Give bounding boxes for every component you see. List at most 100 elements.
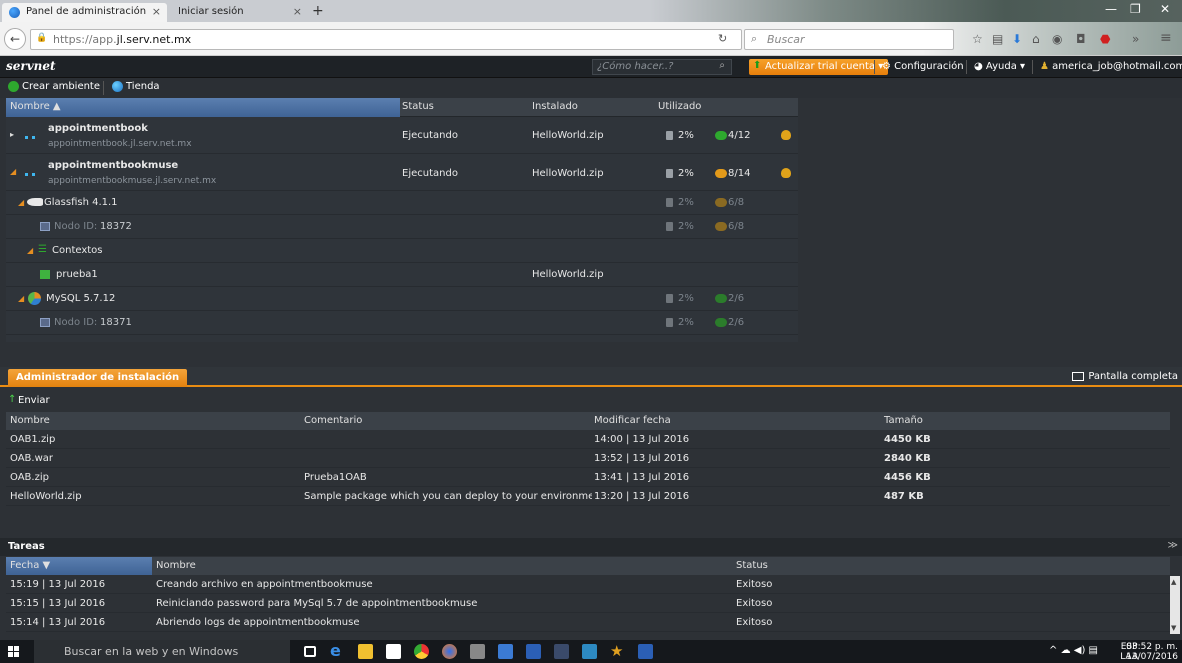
tasks-panel: Tareas ≫ Fecha ▼ Nombre Status 15:19 | 1… [0, 538, 1182, 634]
word-icon[interactable] [638, 644, 653, 659]
tab-admin-panel[interactable]: Panel de administración × [2, 3, 167, 22]
reload-icon[interactable]: ↻ [718, 32, 727, 45]
node-row-18371[interactable]: Nodo ID: 18371 2% 2/6 [6, 312, 798, 335]
context-name[interactable]: prueba1 [56, 269, 98, 280]
adblock-icon[interactable]: ⬣ [1100, 32, 1110, 46]
col-used[interactable]: Utilizado [658, 101, 701, 112]
clock[interactable]: 03:52 p. m. 13/07/2016 [1126, 642, 1178, 662]
tab-close-icon[interactable]: × [152, 5, 161, 18]
table-row[interactable]: OAB1.zip 14:00 | 13 Jul 2016 4450 KB [6, 431, 1170, 449]
collapse-arrow-icon[interactable]: ◢ [10, 167, 16, 176]
howto-search-input[interactable]: ¿Cómo hacer..? ⌕ [592, 59, 732, 75]
table-row[interactable]: OAB.war 13:52 | 13 Jul 2016 2840 KB [6, 450, 1170, 468]
expand-arrow-icon[interactable]: ▸ [10, 130, 14, 139]
contexts-list-icon: ☰ [38, 244, 47, 255]
back-arrow-icon[interactable]: ← [4, 28, 26, 50]
browser-search-input[interactable]: ⌕ Buscar [744, 29, 954, 50]
user-menu[interactable]: ♟ america_job@hotmail.com ▾ [1040, 61, 1182, 72]
col-status[interactable]: Status [402, 101, 434, 112]
contexts-group[interactable]: ◢ ☰ Contextos [6, 240, 798, 263]
col-modified[interactable]: Modificar fecha [594, 415, 671, 426]
billing-bag-icon[interactable] [781, 168, 791, 178]
settings-link[interactable]: ⚙ Configuración [882, 61, 964, 72]
tab-installer-manager[interactable]: Administrador de instalación [8, 369, 188, 387]
minimize-icon[interactable]: — [1105, 2, 1117, 16]
bookmarks-icon[interactable]: ▤ [992, 32, 1003, 46]
chrome-icon[interactable] [414, 644, 429, 659]
collapse-arrow-icon[interactable]: ◢ [18, 198, 24, 207]
node-row-18372[interactable]: Nodo ID: 18372 2% 6/8 [6, 216, 798, 239]
word-icon[interactable] [526, 644, 541, 659]
environment-row-appointmentbook[interactable]: ▸ appointmentbook appointmentbook.jl.ser… [6, 118, 798, 154]
tasks-scrollbar[interactable]: ▲ ▼ [1170, 576, 1180, 634]
store-button[interactable]: Tienda [112, 81, 160, 92]
env-domain[interactable]: appointmentbook.jl.serv.net.mx [48, 139, 192, 149]
url-bar[interactable]: 🔒 https://app.jl.serv.net.mx [30, 29, 742, 50]
star-app-icon[interactable]: ★ [610, 642, 625, 660]
system-tray[interactable]: ^ ☁ ◀) ▤ [1049, 645, 1098, 656]
upgrade-label: Actualizar trial cuenta [765, 61, 876, 72]
app-icon[interactable] [554, 644, 569, 659]
close-window-icon[interactable]: ✕ [1160, 2, 1170, 16]
node-name[interactable]: Glassfish 4.1.1 [44, 197, 118, 208]
context-row-prueba1[interactable]: prueba1 HelloWorld.zip [6, 264, 798, 287]
help-menu[interactable]: ◕ Ayuda ▾ [974, 61, 1025, 72]
env-name[interactable]: appointmentbookmuse [48, 160, 178, 171]
table-row[interactable]: HelloWorld.zip Sample package which you … [6, 488, 1170, 506]
bookmark-star-icon[interactable]: ☆ [972, 32, 983, 46]
firefox-icon[interactable] [442, 644, 457, 659]
app-icon[interactable] [582, 644, 597, 659]
billing-bag-icon[interactable] [781, 130, 791, 140]
col-name[interactable]: Nombre [10, 415, 50, 426]
scroll-up-icon[interactable]: ▲ [1171, 578, 1176, 586]
task-status: Exitoso [736, 598, 773, 609]
col-date[interactable]: Fecha ▼ [10, 560, 50, 571]
tasks-title: Tareas [8, 541, 45, 552]
scroll-down-icon[interactable]: ▼ [1171, 624, 1176, 632]
overflow-icon[interactable]: » [1132, 32, 1139, 46]
store-app-icon[interactable] [386, 644, 401, 659]
windows-start-icon[interactable] [8, 646, 20, 658]
edge-icon[interactable]: e [330, 641, 345, 660]
create-environment-button[interactable]: Crear ambiente [8, 81, 100, 92]
table-row[interactable]: 15:19 | 13 Jul 2016 Creando archivo en a… [6, 576, 1170, 594]
app-icon[interactable] [470, 644, 485, 659]
download-icon[interactable]: ⬇ [1012, 32, 1022, 46]
table-row[interactable]: 15:15 | 13 Jul 2016 Reiniciando password… [6, 595, 1170, 613]
col-size[interactable]: Tamaño [884, 415, 923, 426]
col-task-name[interactable]: Nombre [156, 560, 196, 571]
search-icon: ⌕ [751, 32, 758, 45]
col-comment[interactable]: Comentario [304, 415, 362, 426]
pocket-icon[interactable]: ◘ [1076, 32, 1086, 46]
collapse-arrow-icon[interactable]: ◢ [18, 294, 24, 303]
node-group-glassfish[interactable]: ◢ Glassfish 4.1.1 2% 6/8 [6, 192, 798, 215]
table-row[interactable]: 15:14 | 13 Jul 2016 Abriendo logs de app… [6, 614, 1170, 632]
tab-close-icon[interactable]: × [293, 5, 302, 18]
contexts-label[interactable]: Contextos [52, 245, 103, 256]
col-installed[interactable]: Instalado [532, 101, 578, 112]
reader-icon[interactable]: ◉ [1052, 32, 1062, 46]
env-name[interactable]: appointmentbook [48, 123, 148, 134]
table-row[interactable]: OAB.zip Prueba1OAB 13:41 | 13 Jul 2016 4… [6, 469, 1170, 487]
task-view-icon[interactable] [304, 646, 316, 657]
col-name[interactable]: Nombre ▲ [10, 101, 61, 112]
env-domain[interactable]: appointmentbookmuse.jl.serv.net.mx [48, 176, 216, 186]
new-tab-button[interactable]: + [312, 3, 324, 19]
upgrade-trial-button[interactable]: ⬆ Actualizar trial cuenta ▾ [749, 59, 889, 75]
environment-row-appointmentbookmuse[interactable]: ◢ appointmentbookmuse appointmentbookmus… [6, 155, 798, 191]
taskbar-search-input[interactable]: Buscar en la web y en Windows [34, 640, 290, 663]
menu-icon[interactable]: ≡ [1160, 30, 1172, 46]
collapse-icon[interactable]: ≫ [1168, 540, 1178, 551]
col-task-status[interactable]: Status [736, 560, 768, 571]
home-icon[interactable]: ⌂ [1032, 32, 1040, 46]
node-name[interactable]: MySQL 5.7.12 [46, 293, 115, 304]
tab-login[interactable]: Iniciar sesión × [170, 3, 308, 22]
send-upload-button[interactable]: ↑ Enviar [8, 394, 50, 406]
fullscreen-button[interactable]: Pantalla completa [1072, 371, 1178, 382]
app-icon[interactable] [498, 644, 513, 659]
node-group-mysql[interactable]: ◢ MySQL 5.7.12 2% 2/6 [6, 288, 798, 311]
file-explorer-icon[interactable] [358, 644, 373, 659]
collapse-arrow-icon[interactable]: ◢ [27, 246, 33, 255]
disk-icon [666, 198, 673, 207]
maximize-icon[interactable]: ❐ [1130, 2, 1141, 16]
